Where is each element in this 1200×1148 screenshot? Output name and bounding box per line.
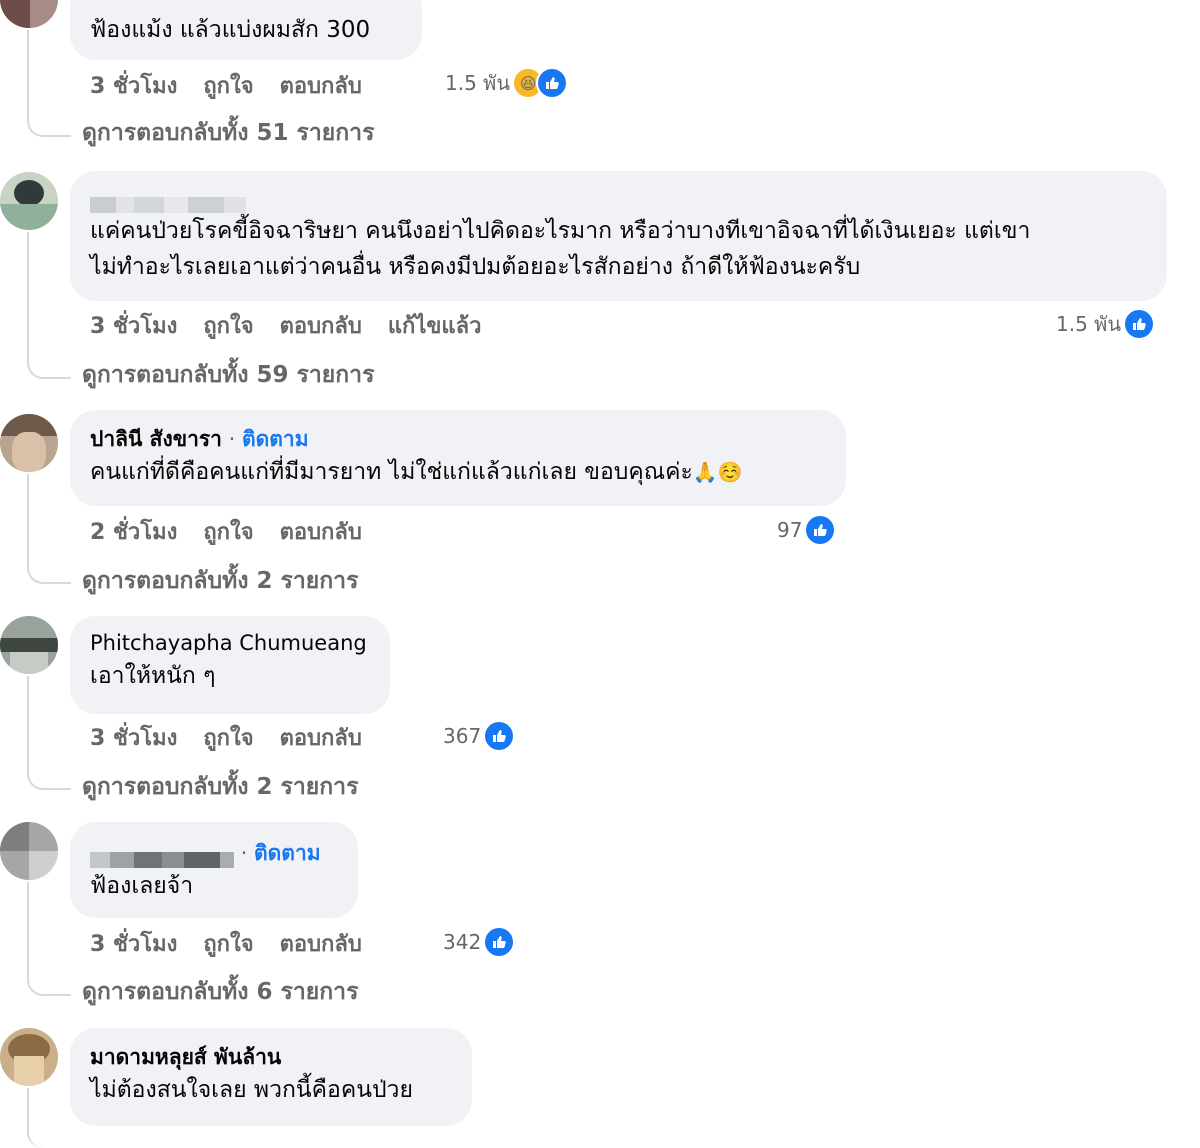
reply-thread-line <box>27 30 71 137</box>
timestamp[interactable]: 2 ชั่วโมง <box>90 514 177 549</box>
view-replies-link[interactable]: ดูการตอบกลับทั้ง 2 รายการ <box>82 772 358 802</box>
reaction-count: 1.5 พัน <box>1056 312 1122 336</box>
comment-text: ฟ้องเลยจ้า <box>90 873 194 899</box>
comment-text: คนแก่ที่ดีคือคนแก่ที่มีมารยาท ไม่ใช่แก่แ… <box>90 454 826 490</box>
reaction-count: 1.5 พัน <box>445 71 511 95</box>
avatar[interactable] <box>0 414 58 472</box>
comment-bubble: Phitchayapha Chumueang เอาให้หนัก ๆ <box>70 616 390 714</box>
like-icon <box>804 514 837 546</box>
like-button[interactable]: ถูกใจ <box>203 308 253 343</box>
avatar[interactable] <box>0 822 58 880</box>
reply-thread-line <box>27 232 71 379</box>
reaction-summary[interactable]: 97 <box>777 513 837 547</box>
reaction-summary[interactable]: 1.5 พัน 😆 <box>445 66 569 100</box>
edited-label[interactable]: แก้ไขแล้ว <box>388 308 482 343</box>
comment-author-blurred[interactable] <box>90 183 1147 213</box>
avatar[interactable] <box>0 0 58 28</box>
comment-author[interactable]: มาดามหลุยส์ พันล้าน <box>90 1042 452 1072</box>
blurred-name <box>90 191 246 213</box>
comment-text: ไม่ต้องสนใจเลย พวกนี้คือคนป่วย <box>90 1077 413 1103</box>
like-icon <box>483 720 516 752</box>
reply-thread-line <box>27 474 71 584</box>
comment-text-line: ไม่ทำอะไรเลยเอาแต่ว่าคนอื่น หรือคงมีปมต้… <box>90 254 861 280</box>
comment-bubble: · ติดตาม ฟ้องเลยจ้า <box>70 822 358 918</box>
comment-bubble: มาดามหลุยส์ พันล้าน ไม่ต้องสนใจเลย พวกนี… <box>70 1028 472 1126</box>
comment-thread: ฟ้องแม้ง แล้วแบ่งผมสัก 300 3 ชั่วโมง ถูกใ… <box>0 0 1200 1148</box>
comment-bubble: แค่คนป่วยโรคขี้อิจฉาริษยา คนนึงอย่าไปคิด… <box>70 171 1167 301</box>
separator-dot: · <box>234 841 255 865</box>
comment-actions: 2 ชั่วโมง ถูกใจ ตอบกลับ <box>90 514 388 545</box>
like-icon <box>536 67 569 99</box>
comment-text-line: แค่คนป่วยโรคขี้อิจฉาริษยา คนนึงอย่าไปคิด… <box>90 218 1031 244</box>
comment-author[interactable]: Phitchayapha Chumueang <box>90 628 370 658</box>
reply-button[interactable]: ตอบกลับ <box>280 926 362 961</box>
timestamp[interactable]: 3 ชั่วโมง <box>90 926 177 961</box>
comment-actions: 3 ชั่วโมง ถูกใจ ตอบกลับ แก้ไขแล้ว <box>90 308 507 339</box>
comment-text: เอาให้หนัก ๆ <box>90 663 216 689</box>
comment-actions: 3 ชั่วโมง ถูกใจ ตอบกลับ <box>90 68 388 99</box>
author-name[interactable]: ปาลินี สังขารา <box>90 427 222 451</box>
comment-text: ฟ้องแม้ง แล้วแบ่งผมสัก 300 <box>90 17 371 43</box>
view-replies-link[interactable]: ดูการตอบกลับทั้ง 51 รายการ <box>82 118 374 148</box>
avatar[interactable] <box>0 616 58 674</box>
separator-dot: · <box>221 427 242 451</box>
author-name[interactable]: Phitchayapha Chumueang <box>90 631 367 655</box>
timestamp[interactable]: 3 ชั่วโมง <box>90 68 177 103</box>
like-icon <box>1123 308 1156 340</box>
like-button[interactable]: ถูกใจ <box>203 926 253 961</box>
author-name[interactable]: มาดามหลุยส์ พันล้าน <box>90 1045 281 1069</box>
reply-thread-line <box>27 676 71 790</box>
comment-text-body: คนแก่ที่ดีคือคนแก่ที่มีมารยาท ไม่ใช่แก่แ… <box>90 459 693 485</box>
comment-author[interactable]: ปาลินี สังขารา · ติดตาม <box>90 424 826 454</box>
timestamp[interactable]: 3 ชั่วโมง <box>90 308 177 343</box>
follow-button[interactable]: ติดตาม <box>242 427 309 451</box>
emoji-group: 🙏☺️ <box>692 460 743 484</box>
comment-actions: 3 ชั่วโมง ถูกใจ ตอบกลับ <box>90 720 388 751</box>
like-icon <box>483 926 516 958</box>
comment-actions: 3 ชั่วโมง ถูกใจ ตอบกลับ <box>90 926 388 957</box>
reaction-summary[interactable]: 1.5 พัน <box>1056 307 1156 341</box>
view-replies-link[interactable]: ดูการตอบกลับทั้ง 59 รายการ <box>82 360 374 390</box>
reply-thread-line <box>27 1088 71 1148</box>
reaction-count: 97 <box>777 518 803 542</box>
avatar[interactable] <box>0 1028 58 1086</box>
avatar[interactable] <box>0 172 58 230</box>
comment-bubble: ปาลินี สังขารา · ติดตาม คนแก่ที่ดีคือคนแ… <box>70 410 846 506</box>
like-button[interactable]: ถูกใจ <box>203 720 253 755</box>
reaction-summary[interactable]: 342 <box>443 925 516 959</box>
like-button[interactable]: ถูกใจ <box>203 68 253 103</box>
reaction-count: 367 <box>443 724 482 748</box>
view-replies-link[interactable]: ดูการตอบกลับทั้ง 2 รายการ <box>82 566 358 596</box>
reaction-count: 342 <box>443 930 482 954</box>
blurred-name[interactable] <box>90 846 234 868</box>
comment-author[interactable]: · ติดตาม <box>90 838 338 868</box>
reply-button[interactable]: ตอบกลับ <box>280 514 362 549</box>
comment-bubble: ฟ้องแม้ง แล้วแบ่งผมสัก 300 <box>70 0 422 60</box>
reply-thread-line <box>27 882 71 996</box>
reply-button[interactable]: ตอบกลับ <box>280 68 362 103</box>
follow-button[interactable]: ติดตาม <box>254 841 321 865</box>
reply-button[interactable]: ตอบกลับ <box>280 720 362 755</box>
like-button[interactable]: ถูกใจ <box>203 514 253 549</box>
reaction-summary[interactable]: 367 <box>443 719 516 753</box>
reply-button[interactable]: ตอบกลับ <box>280 308 362 343</box>
timestamp[interactable]: 3 ชั่วโมง <box>90 720 177 755</box>
view-replies-link[interactable]: ดูการตอบกลับทั้ง 6 รายการ <box>82 977 358 1007</box>
